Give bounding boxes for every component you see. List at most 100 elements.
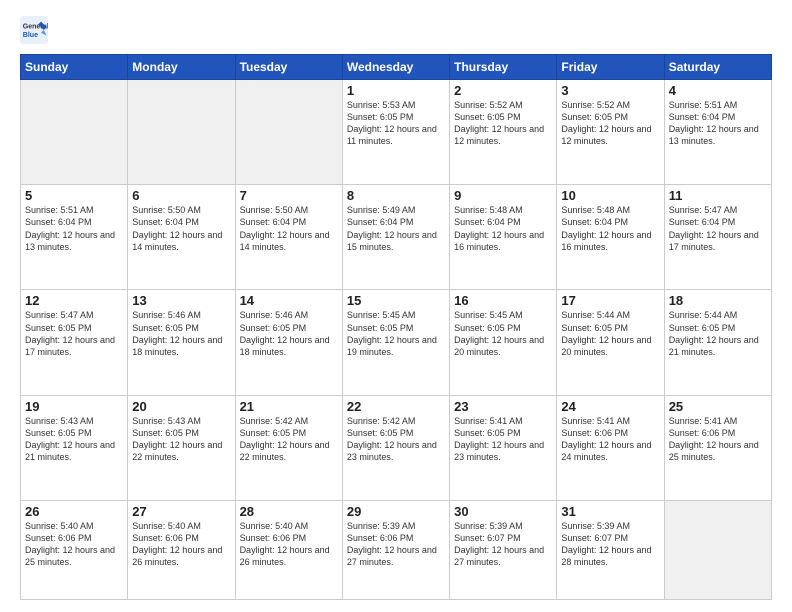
day-number: 14 — [240, 293, 338, 308]
day-number: 4 — [669, 83, 767, 98]
weekday-header-sunday: Sunday — [21, 55, 128, 80]
calendar-cell: 29Sunrise: 5:39 AMSunset: 6:06 PMDayligh… — [342, 500, 449, 599]
day-number: 12 — [25, 293, 123, 308]
day-info: Sunrise: 5:39 AMSunset: 6:06 PMDaylight:… — [347, 520, 445, 569]
calendar-cell: 25Sunrise: 5:41 AMSunset: 6:06 PMDayligh… — [664, 395, 771, 500]
week-row-1: 1Sunrise: 5:53 AMSunset: 6:05 PMDaylight… — [21, 80, 772, 185]
weekday-header-friday: Friday — [557, 55, 664, 80]
day-info: Sunrise: 5:41 AMSunset: 6:05 PMDaylight:… — [454, 415, 552, 464]
calendar-cell: 7Sunrise: 5:50 AMSunset: 6:04 PMDaylight… — [235, 185, 342, 290]
calendar-cell: 4Sunrise: 5:51 AMSunset: 6:04 PMDaylight… — [664, 80, 771, 185]
day-info: Sunrise: 5:52 AMSunset: 6:05 PMDaylight:… — [561, 99, 659, 148]
calendar-cell: 23Sunrise: 5:41 AMSunset: 6:05 PMDayligh… — [450, 395, 557, 500]
day-info: Sunrise: 5:41 AMSunset: 6:06 PMDaylight:… — [669, 415, 767, 464]
day-info: Sunrise: 5:44 AMSunset: 6:05 PMDaylight:… — [669, 309, 767, 358]
day-info: Sunrise: 5:50 AMSunset: 6:04 PMDaylight:… — [132, 204, 230, 253]
week-row-4: 19Sunrise: 5:43 AMSunset: 6:05 PMDayligh… — [21, 395, 772, 500]
day-info: Sunrise: 5:45 AMSunset: 6:05 PMDaylight:… — [454, 309, 552, 358]
day-number: 1 — [347, 83, 445, 98]
calendar-cell: 10Sunrise: 5:48 AMSunset: 6:04 PMDayligh… — [557, 185, 664, 290]
day-number: 10 — [561, 188, 659, 203]
day-info: Sunrise: 5:43 AMSunset: 6:05 PMDaylight:… — [132, 415, 230, 464]
day-info: Sunrise: 5:39 AMSunset: 6:07 PMDaylight:… — [454, 520, 552, 569]
week-row-2: 5Sunrise: 5:51 AMSunset: 6:04 PMDaylight… — [21, 185, 772, 290]
day-number: 3 — [561, 83, 659, 98]
day-number: 7 — [240, 188, 338, 203]
day-number: 15 — [347, 293, 445, 308]
day-info: Sunrise: 5:49 AMSunset: 6:04 PMDaylight:… — [347, 204, 445, 253]
weekday-header-wednesday: Wednesday — [342, 55, 449, 80]
day-info: Sunrise: 5:47 AMSunset: 6:05 PMDaylight:… — [25, 309, 123, 358]
day-number: 16 — [454, 293, 552, 308]
weekday-header-tuesday: Tuesday — [235, 55, 342, 80]
day-info: Sunrise: 5:48 AMSunset: 6:04 PMDaylight:… — [561, 204, 659, 253]
calendar-cell: 22Sunrise: 5:42 AMSunset: 6:05 PMDayligh… — [342, 395, 449, 500]
day-number: 22 — [347, 399, 445, 414]
calendar-cell: 21Sunrise: 5:42 AMSunset: 6:05 PMDayligh… — [235, 395, 342, 500]
day-number: 24 — [561, 399, 659, 414]
day-info: Sunrise: 5:43 AMSunset: 6:05 PMDaylight:… — [25, 415, 123, 464]
calendar-cell: 8Sunrise: 5:49 AMSunset: 6:04 PMDaylight… — [342, 185, 449, 290]
header: General Blue — [20, 16, 772, 44]
calendar-cell: 6Sunrise: 5:50 AMSunset: 6:04 PMDaylight… — [128, 185, 235, 290]
day-info: Sunrise: 5:51 AMSunset: 6:04 PMDaylight:… — [25, 204, 123, 253]
day-info: Sunrise: 5:46 AMSunset: 6:05 PMDaylight:… — [132, 309, 230, 358]
day-number: 2 — [454, 83, 552, 98]
day-info: Sunrise: 5:42 AMSunset: 6:05 PMDaylight:… — [240, 415, 338, 464]
calendar-table: SundayMondayTuesdayWednesdayThursdayFrid… — [20, 54, 772, 600]
calendar-cell — [21, 80, 128, 185]
calendar-cell: 2Sunrise: 5:52 AMSunset: 6:05 PMDaylight… — [450, 80, 557, 185]
calendar-cell: 5Sunrise: 5:51 AMSunset: 6:04 PMDaylight… — [21, 185, 128, 290]
calendar-cell: 28Sunrise: 5:40 AMSunset: 6:06 PMDayligh… — [235, 500, 342, 599]
calendar-cell — [235, 80, 342, 185]
day-number: 30 — [454, 504, 552, 519]
day-number: 27 — [132, 504, 230, 519]
calendar-cell: 30Sunrise: 5:39 AMSunset: 6:07 PMDayligh… — [450, 500, 557, 599]
calendar-cell: 9Sunrise: 5:48 AMSunset: 6:04 PMDaylight… — [450, 185, 557, 290]
day-info: Sunrise: 5:42 AMSunset: 6:05 PMDaylight:… — [347, 415, 445, 464]
calendar-cell: 15Sunrise: 5:45 AMSunset: 6:05 PMDayligh… — [342, 290, 449, 395]
day-info: Sunrise: 5:40 AMSunset: 6:06 PMDaylight:… — [132, 520, 230, 569]
day-number: 18 — [669, 293, 767, 308]
calendar-cell: 20Sunrise: 5:43 AMSunset: 6:05 PMDayligh… — [128, 395, 235, 500]
calendar-cell — [664, 500, 771, 599]
week-row-3: 12Sunrise: 5:47 AMSunset: 6:05 PMDayligh… — [21, 290, 772, 395]
day-number: 5 — [25, 188, 123, 203]
weekday-header-saturday: Saturday — [664, 55, 771, 80]
calendar-cell: 11Sunrise: 5:47 AMSunset: 6:04 PMDayligh… — [664, 185, 771, 290]
week-row-5: 26Sunrise: 5:40 AMSunset: 6:06 PMDayligh… — [21, 500, 772, 599]
calendar-cell: 26Sunrise: 5:40 AMSunset: 6:06 PMDayligh… — [21, 500, 128, 599]
day-info: Sunrise: 5:47 AMSunset: 6:04 PMDaylight:… — [669, 204, 767, 253]
calendar-cell: 18Sunrise: 5:44 AMSunset: 6:05 PMDayligh… — [664, 290, 771, 395]
day-info: Sunrise: 5:44 AMSunset: 6:05 PMDaylight:… — [561, 309, 659, 358]
day-info: Sunrise: 5:40 AMSunset: 6:06 PMDaylight:… — [240, 520, 338, 569]
page: General Blue SundayMondayTuesdayWednesda… — [0, 0, 792, 612]
day-number: 13 — [132, 293, 230, 308]
day-info: Sunrise: 5:45 AMSunset: 6:05 PMDaylight:… — [347, 309, 445, 358]
calendar-cell — [128, 80, 235, 185]
calendar-cell: 14Sunrise: 5:46 AMSunset: 6:05 PMDayligh… — [235, 290, 342, 395]
logo: General Blue — [20, 16, 54, 44]
logo-icon: General Blue — [20, 16, 48, 44]
day-info: Sunrise: 5:51 AMSunset: 6:04 PMDaylight:… — [669, 99, 767, 148]
day-number: 8 — [347, 188, 445, 203]
day-number: 19 — [25, 399, 123, 414]
calendar-cell: 1Sunrise: 5:53 AMSunset: 6:05 PMDaylight… — [342, 80, 449, 185]
calendar-cell: 31Sunrise: 5:39 AMSunset: 6:07 PMDayligh… — [557, 500, 664, 599]
day-number: 25 — [669, 399, 767, 414]
weekday-header-monday: Monday — [128, 55, 235, 80]
day-number: 11 — [669, 188, 767, 203]
weekday-header-row: SundayMondayTuesdayWednesdayThursdayFrid… — [21, 55, 772, 80]
svg-text:Blue: Blue — [23, 32, 38, 39]
calendar-cell: 17Sunrise: 5:44 AMSunset: 6:05 PMDayligh… — [557, 290, 664, 395]
day-number: 6 — [132, 188, 230, 203]
day-info: Sunrise: 5:41 AMSunset: 6:06 PMDaylight:… — [561, 415, 659, 464]
day-number: 29 — [347, 504, 445, 519]
day-number: 9 — [454, 188, 552, 203]
day-number: 31 — [561, 504, 659, 519]
day-info: Sunrise: 5:48 AMSunset: 6:04 PMDaylight:… — [454, 204, 552, 253]
day-info: Sunrise: 5:52 AMSunset: 6:05 PMDaylight:… — [454, 99, 552, 148]
calendar-cell: 12Sunrise: 5:47 AMSunset: 6:05 PMDayligh… — [21, 290, 128, 395]
day-info: Sunrise: 5:53 AMSunset: 6:05 PMDaylight:… — [347, 99, 445, 148]
calendar-cell: 19Sunrise: 5:43 AMSunset: 6:05 PMDayligh… — [21, 395, 128, 500]
